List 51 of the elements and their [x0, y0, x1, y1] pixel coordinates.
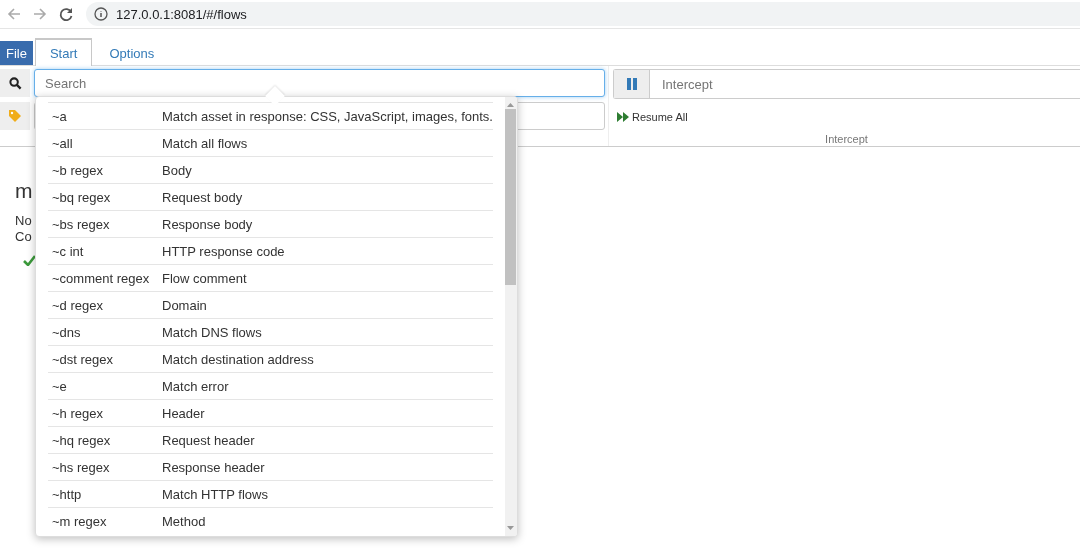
filter-expression[interactable]: ~h regex [52, 405, 103, 421]
filter-expression[interactable]: ~bq regex [52, 189, 111, 205]
filter-expression[interactable]: ~d regex [52, 297, 103, 313]
filter-expression[interactable]: ~e [52, 378, 67, 394]
filter-expression[interactable]: ~a [52, 108, 67, 124]
info-icon[interactable] [94, 7, 108, 21]
menu-tab[interactable]: Start [34, 39, 93, 66]
check-icon [23, 255, 36, 266]
search-icon [0, 69, 30, 97]
filter-description: Match error [162, 378, 229, 394]
pause-icon [626, 78, 637, 90]
fast-forward-icon [617, 112, 629, 122]
filter-description: Response body [162, 216, 253, 232]
filter-description: Header [162, 405, 205, 421]
filter-description: Domain [162, 297, 207, 313]
filter-description: Match all flows [162, 135, 248, 151]
filter-description: Request header [162, 432, 255, 448]
filter-description: Flow comment [162, 270, 247, 286]
url-text: 127.0.0.1:8081/#/flows [116, 6, 247, 22]
status-text: No [15, 213, 32, 229]
filter-description: Match DNS flows [162, 324, 262, 340]
filter-expression[interactable]: ~dst regex [52, 351, 114, 367]
filter-description: Method [162, 513, 206, 529]
filter-description: Body [162, 162, 192, 178]
filter-expression[interactable]: ~c int [52, 243, 84, 259]
filter-description: Request body [162, 189, 243, 205]
filter-expression[interactable]: ~hs regex [52, 459, 110, 475]
file-menu-button[interactable]: File [0, 41, 33, 65]
filter-description: HTTP response code [162, 243, 285, 259]
pause-button[interactable] [614, 70, 650, 98]
search-field[interactable]: Search [34, 69, 605, 97]
filter-description: Response header [162, 459, 265, 475]
resume-all-button[interactable]: Resume All [613, 111, 692, 123]
filter-expression[interactable]: ~all [52, 135, 73, 151]
scroll-up-icon[interactable] [507, 102, 515, 107]
filter-description: Match destination address [162, 351, 314, 367]
filter-expression[interactable]: ~hq regex [52, 432, 111, 448]
filter-expression[interactable]: ~m regex [52, 513, 107, 529]
status-text: Co [15, 229, 32, 245]
filter-expression[interactable]: ~bs regex [52, 216, 110, 232]
filter-expression[interactable]: ~http [52, 486, 82, 502]
filter-description: Match asset in response: CSS, JavaScript, images, fonts. [162, 108, 493, 124]
group-label: Intercept [825, 133, 868, 145]
filter-expression[interactable]: ~b regex [52, 162, 103, 178]
menu-tab[interactable]: Options [94, 40, 170, 65]
scroll-down-icon[interactable] [507, 526, 515, 531]
status-heading: m [15, 179, 33, 203]
address-bar[interactable]: 127.0.0.1:8081/#/flows [86, 2, 1080, 26]
filter-description: Match HTTP flows [162, 486, 268, 502]
filter-expression[interactable]: ~comment regex [52, 270, 150, 286]
filter-expression[interactable]: ~dns [52, 324, 81, 340]
